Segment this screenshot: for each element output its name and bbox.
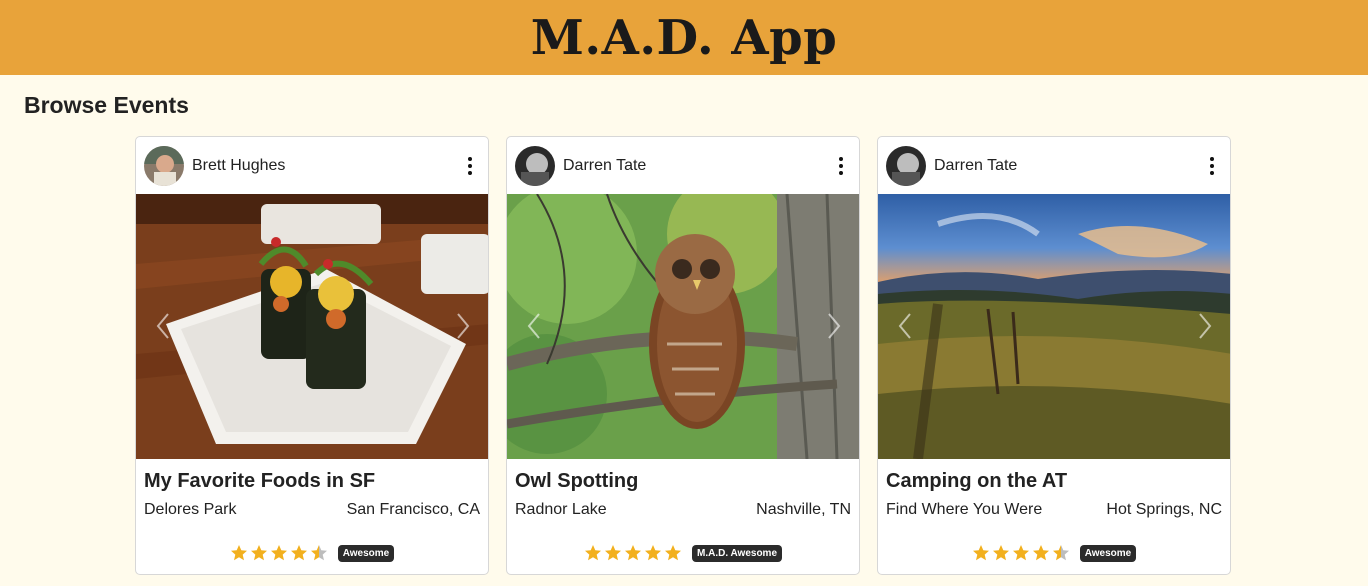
star-icon (250, 545, 267, 561)
event-photo (507, 194, 859, 459)
star-icon (290, 545, 307, 561)
carousel-prev-button[interactable] (890, 306, 920, 346)
event-place: Delores Park (144, 501, 237, 518)
event-photo (136, 194, 488, 459)
rating-row: M.A.D. Awesome (507, 544, 859, 562)
star-rating (584, 544, 682, 562)
star-icon (604, 545, 621, 561)
event-location: Nashville, TN (756, 501, 851, 518)
event-meta: Radnor Lake Nashville, TN (515, 501, 851, 519)
star-rating (230, 544, 328, 562)
star-icon (584, 545, 601, 561)
card-header: Darren Tate (507, 137, 859, 194)
avatar (515, 145, 555, 186)
rating-badge: Awesome (1079, 544, 1137, 562)
rating-badge: Awesome (337, 544, 395, 562)
app-header: M.A.D. App (0, 0, 1368, 75)
carousel-prev-button[interactable] (148, 306, 178, 346)
event-card[interactable]: Darren Tate Camping on the AT Find Where… (877, 136, 1231, 575)
star-icon (1032, 545, 1049, 561)
carousel-next-button[interactable] (819, 306, 849, 346)
carousel-next-button[interactable] (448, 306, 478, 346)
app-title: M.A.D. App (530, 9, 838, 66)
chevron-left-icon (527, 313, 540, 339)
star-icon (310, 545, 327, 561)
card-header: Darren Tate (878, 137, 1230, 194)
event-place: Radnor Lake (515, 501, 607, 518)
more-options-button[interactable] (460, 154, 480, 178)
user-name[interactable]: Darren Tate (563, 157, 831, 175)
rating-row: Awesome (878, 544, 1230, 562)
avatar (144, 145, 184, 186)
event-location: Hot Springs, NC (1106, 501, 1222, 518)
chevron-left-icon (898, 313, 911, 339)
star-icon (624, 545, 641, 561)
star-icon (664, 545, 681, 561)
star-icon (1052, 545, 1069, 561)
event-photo (878, 194, 1230, 459)
card-header: Brett Hughes (136, 137, 488, 194)
star-icon (972, 545, 989, 561)
star-icon (992, 545, 1009, 561)
user-name[interactable]: Darren Tate (934, 157, 1202, 175)
carousel-next-button[interactable] (1190, 306, 1220, 346)
event-place: Find Where You Were (886, 501, 1043, 518)
star-icon (270, 545, 287, 561)
star-rating (972, 544, 1070, 562)
event-title[interactable]: Owl Spotting (515, 470, 851, 494)
star-icon (230, 545, 247, 561)
more-options-button[interactable] (831, 154, 851, 178)
star-icon (644, 545, 661, 561)
rating-row: Awesome (136, 544, 488, 562)
chevron-left-icon (156, 313, 169, 339)
chevron-right-icon (1199, 313, 1212, 339)
page-title: Browse Events (24, 92, 189, 118)
chevron-right-icon (828, 313, 841, 339)
more-options-button[interactable] (1202, 154, 1222, 178)
star-icon (1012, 545, 1029, 561)
event-meta: Delores Park San Francisco, CA (144, 501, 480, 519)
event-title[interactable]: Camping on the AT (886, 470, 1222, 494)
event-location: San Francisco, CA (346, 501, 480, 518)
user-name[interactable]: Brett Hughes (192, 157, 460, 175)
avatar (886, 145, 926, 186)
chevron-right-icon (457, 313, 470, 339)
event-title[interactable]: My Favorite Foods in SF (144, 470, 480, 494)
rating-badge: M.A.D. Awesome (691, 544, 783, 562)
event-card[interactable]: Brett Hughes My Favorite Foods in SF Del… (135, 136, 489, 575)
event-card[interactable]: Darren Tate Owl Spotting Radnor Lake Nas… (506, 136, 860, 575)
event-meta: Find Where You Were Hot Springs, NC (886, 501, 1222, 519)
carousel-prev-button[interactable] (519, 306, 549, 346)
